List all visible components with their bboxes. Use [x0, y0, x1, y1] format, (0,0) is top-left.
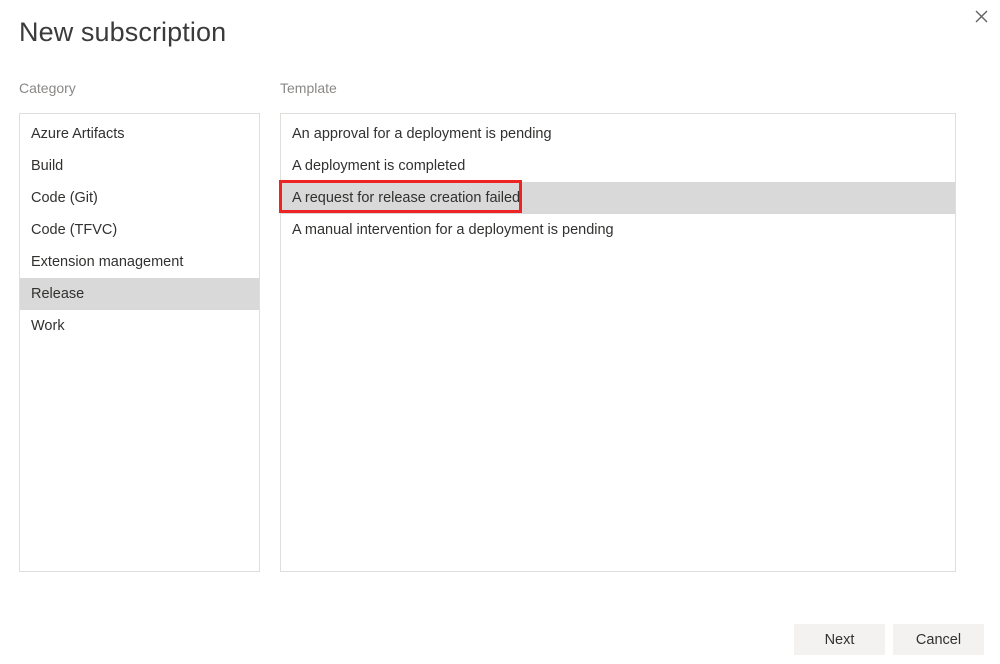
page-title: New subscription	[19, 17, 226, 48]
category-item-build[interactable]: Build	[20, 150, 259, 182]
template-item-a-manual-intervention-for-a-deployment-i[interactable]: A manual intervention for a deployment i…	[281, 214, 955, 246]
template-list-panel: An approval for a deployment is pendingA…	[280, 113, 956, 572]
template-column-label: Template	[280, 80, 337, 96]
close-button[interactable]	[966, 2, 996, 30]
close-icon	[975, 10, 988, 23]
category-item-work[interactable]: Work	[20, 310, 259, 342]
category-item-release[interactable]: Release	[20, 278, 259, 310]
category-item-extension-management[interactable]: Extension management	[20, 246, 259, 278]
next-button[interactable]: Next	[794, 624, 885, 655]
category-list-panel: Azure ArtifactsBuildCode (Git)Code (TFVC…	[19, 113, 260, 572]
template-list: An approval for a deployment is pendingA…	[281, 114, 955, 246]
template-item-a-request-for-release-creation-failed[interactable]: A request for release creation failed	[281, 182, 955, 214]
category-item-code-tfvc[interactable]: Code (TFVC)	[20, 214, 259, 246]
category-item-code-git[interactable]: Code (Git)	[20, 182, 259, 214]
cancel-button[interactable]: Cancel	[893, 624, 984, 655]
template-item-a-deployment-is-completed[interactable]: A deployment is completed	[281, 150, 955, 182]
category-list: Azure ArtifactsBuildCode (Git)Code (TFVC…	[20, 114, 259, 342]
category-column-label: Category	[19, 80, 76, 96]
category-item-azure-artifacts[interactable]: Azure Artifacts	[20, 118, 259, 150]
dialog-footer: Next Cancel	[0, 624, 984, 655]
template-item-an-approval-for-a-deployment-is-pending[interactable]: An approval for a deployment is pending	[281, 118, 955, 150]
